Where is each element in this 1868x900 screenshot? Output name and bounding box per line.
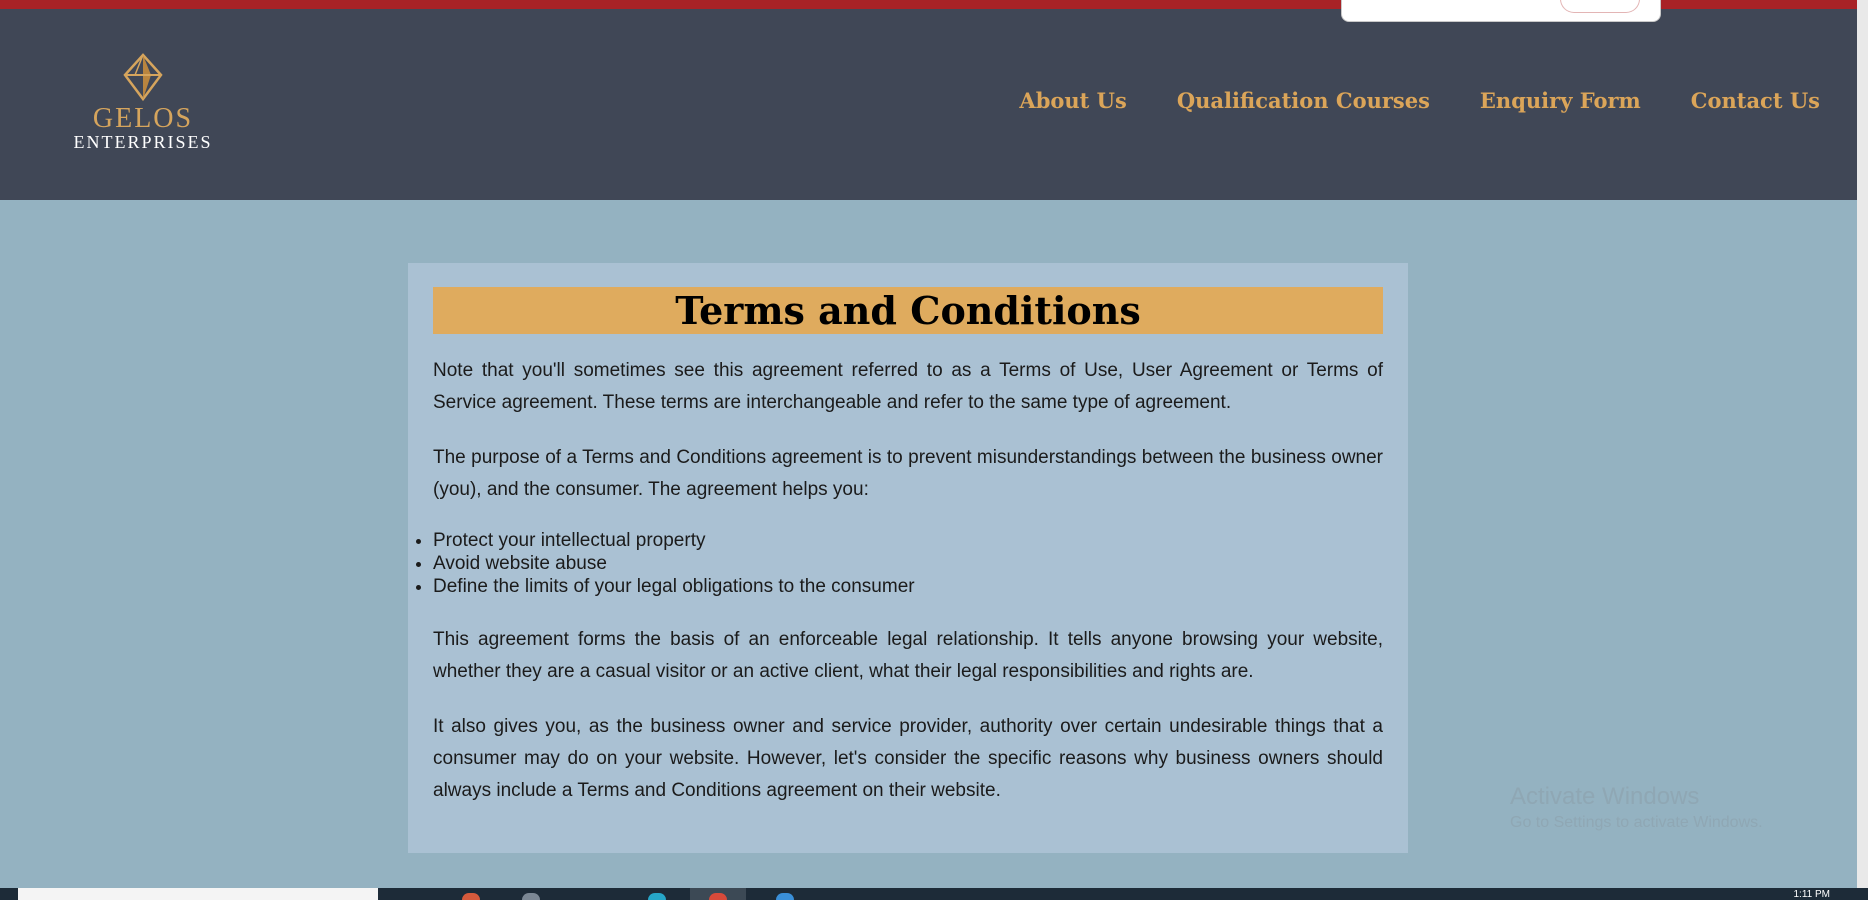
taskbar-search-box[interactable] [18, 888, 378, 900]
site-header: GELOS ENTERPRISES About Us Qualification… [0, 9, 1857, 200]
title-bar: Terms and Conditions [433, 287, 1383, 334]
taskbar-app-icon[interactable] [522, 893, 540, 900]
site-logo[interactable]: GELOS ENTERPRISES [53, 53, 233, 151]
benefits-list: Protect your intellectual property Avoid… [433, 529, 1383, 598]
logo-subtitle: ENTERPRISES [73, 132, 213, 152]
nav-contact-us[interactable]: Contact Us [1691, 88, 1820, 113]
logo-name: GELOS [92, 103, 194, 134]
main-nav: About Us Qualification Courses Enquiry F… [1019, 88, 1820, 113]
nav-qualification-courses[interactable]: Qualification Courses [1177, 88, 1430, 113]
popup-button[interactable] [1560, 0, 1640, 13]
page-scrollbar[interactable] [1857, 0, 1868, 888]
terms-card: Terms and Conditions Note that you'll so… [408, 263, 1408, 853]
browser-icon [709, 893, 727, 900]
paragraph-1: Note that you'll sometimes see this agre… [433, 360, 1383, 413]
watermark-subtitle: Go to Settings to activate Windows. [1510, 814, 1763, 831]
list-item: Protect your intellectual property [433, 529, 1383, 552]
taskbar-active-app[interactable] [690, 888, 746, 900]
paragraph-4: It also gives you, as the business owner… [433, 716, 1383, 801]
paragraph-2: The purpose of a Terms and Conditions ag… [433, 447, 1383, 500]
list-item: Avoid website abuse [433, 552, 1383, 575]
taskbar-app-icon[interactable] [462, 893, 480, 900]
popup-partial [1341, 0, 1661, 22]
taskbar-clock: 1:11 PM [1793, 889, 1831, 900]
paragraph-3: This agreement forms the basis of an enf… [433, 629, 1383, 682]
taskbar-app-icon[interactable] [648, 893, 666, 900]
list-item: Define the limits of your legal obligati… [433, 575, 1383, 598]
os-taskbar: 1:11 PM [0, 888, 1868, 900]
watermark-title: Activate Windows [1510, 783, 1700, 810]
nav-enquiry-form[interactable]: Enquiry Form [1480, 88, 1641, 113]
nav-about-us[interactable]: About Us [1019, 88, 1126, 113]
activate-windows-watermark: Activate Windows Go to Settings to activ… [1510, 782, 1763, 834]
diamond-logo-icon [123, 53, 163, 102]
taskbar-app-icon[interactable] [776, 893, 794, 900]
page-title: Terms and Conditions [675, 288, 1141, 333]
